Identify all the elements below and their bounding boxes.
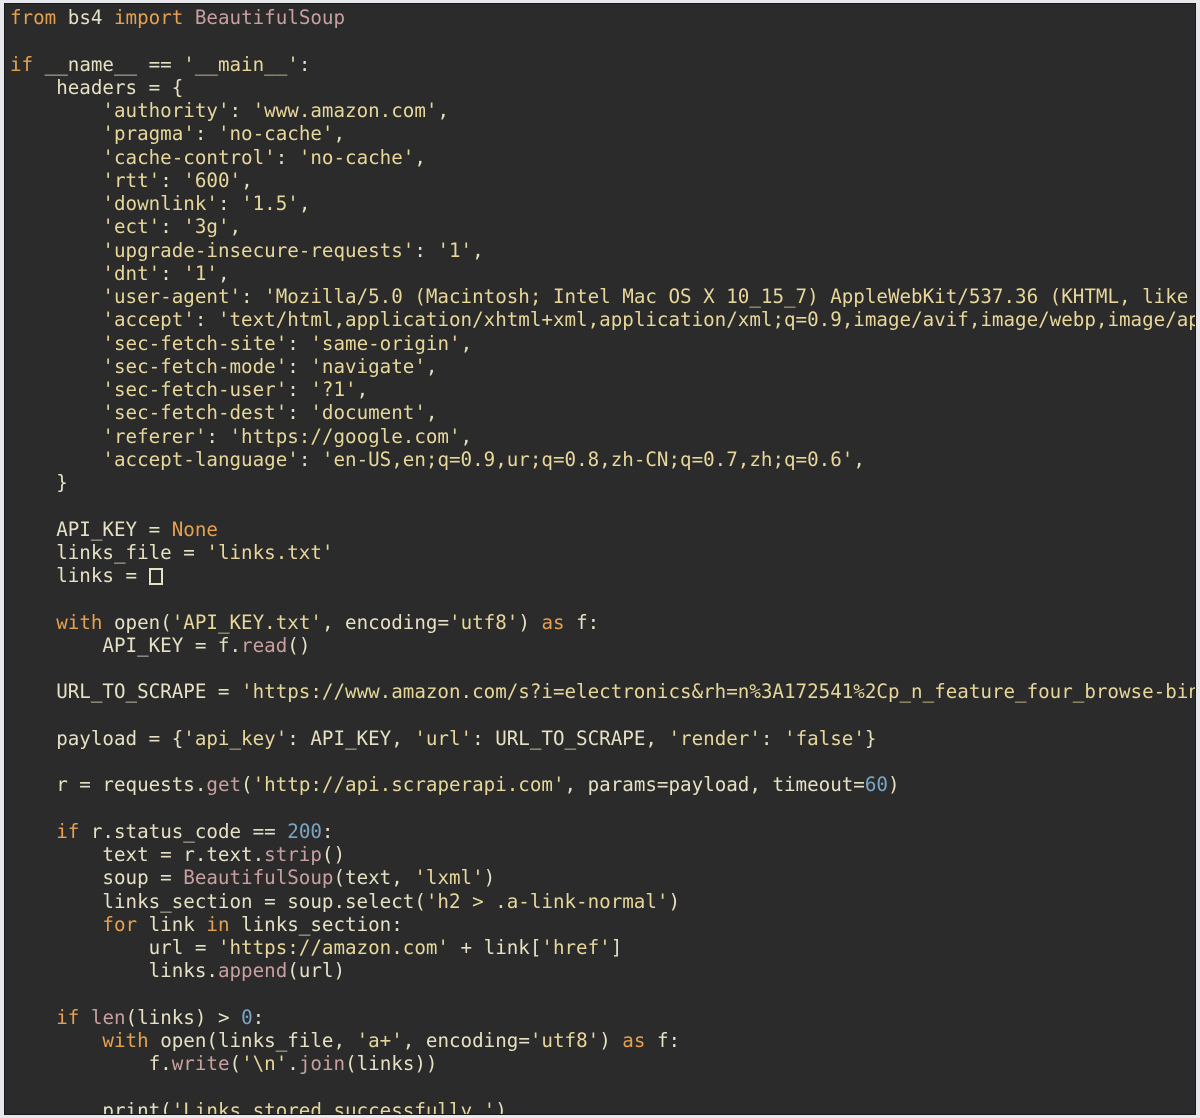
code-line[interactable]: from bs4 import BeautifulSoup (10, 6, 1195, 29)
code-line[interactable]: url = 'https://amazon.com' + link['href'… (10, 936, 1195, 959)
code-line[interactable]: API_KEY = None (10, 518, 1195, 541)
code-line[interactable]: 'accept-language': 'en-US,en;q=0.9,ur;q=… (10, 448, 1195, 471)
code-line[interactable]: } (10, 471, 1195, 494)
code-line[interactable]: text = r.text.strip() (10, 843, 1195, 866)
code-line[interactable]: payload = {'api_key': API_KEY, 'url': UR… (10, 727, 1195, 750)
code-line[interactable]: 'sec-fetch-mode': 'navigate', (10, 355, 1195, 378)
text-cursor (148, 568, 163, 585)
code-line[interactable]: ​ (10, 494, 1195, 517)
code-line[interactable]: 'rtt': '600', (10, 169, 1195, 192)
code-line[interactable]: 'pragma': 'no-cache', (10, 122, 1195, 145)
code-line[interactable]: ​ (10, 1076, 1195, 1099)
code-line[interactable]: 'dnt': '1', (10, 262, 1195, 285)
code-line[interactable]: ​ (10, 704, 1195, 727)
code-line[interactable]: r = requests.get('http://api.scraperapi.… (10, 773, 1195, 796)
code-line[interactable]: headers = { (10, 76, 1195, 99)
code-line[interactable]: URL_TO_SCRAPE = 'https://www.amazon.com/… (10, 680, 1195, 703)
code-line[interactable]: soup = BeautifulSoup(text, 'lxml') (10, 866, 1195, 889)
code-area[interactable]: from bs4 import BeautifulSoup​if __name_… (10, 6, 1195, 1114)
code-line[interactable]: ​ (10, 797, 1195, 820)
code-line[interactable]: links_section = soup.select('h2 > .a-lin… (10, 890, 1195, 913)
code-line[interactable]: 'authority': 'www.amazon.com', (10, 99, 1195, 122)
code-line[interactable]: with open(links_file, 'a+', encoding='ut… (10, 1029, 1195, 1052)
code-line[interactable]: if len(links) > 0: (10, 1006, 1195, 1029)
code-line[interactable]: 'accept': 'text/html,application/xhtml+x… (10, 308, 1195, 331)
code-line[interactable]: links.append(url) (10, 959, 1195, 982)
code-line[interactable]: for link in links_section: (10, 913, 1195, 936)
code-line[interactable]: 'upgrade-insecure-requests': '1', (10, 239, 1195, 262)
code-line[interactable]: 'downlink': '1.5', (10, 192, 1195, 215)
code-line[interactable]: 'sec-fetch-user': '?1', (10, 378, 1195, 401)
code-line[interactable]: f.write('\n'.join(links)) (10, 1052, 1195, 1075)
code-line[interactable]: with open('API_KEY.txt', encoding='utf8'… (10, 611, 1195, 634)
code-line[interactable]: 'sec-fetch-site': 'same-origin', (10, 332, 1195, 355)
code-line[interactable]: API_KEY = f.read() (10, 634, 1195, 657)
code-line[interactable]: print('Links stored successfully.') (10, 1099, 1195, 1114)
code-line[interactable]: ​ (10, 587, 1195, 610)
code-line[interactable]: 'user-agent': 'Mozilla/5.0 (Macintosh; I… (10, 285, 1195, 308)
code-line[interactable]: if r.status_code == 200: (10, 820, 1195, 843)
code-line[interactable]: links_file = 'links.txt' (10, 541, 1195, 564)
code-line[interactable]: ​ (10, 657, 1195, 680)
code-line[interactable]: 'cache-control': 'no-cache', (10, 146, 1195, 169)
code-line[interactable]: ​ (10, 983, 1195, 1006)
code-line[interactable]: 'referer': 'https://google.com', (10, 425, 1195, 448)
code-line[interactable]: 'ect': '3g', (10, 215, 1195, 238)
code-line[interactable]: ​ (10, 29, 1195, 52)
code-editor[interactable]: from bs4 import BeautifulSoup​if __name_… (4, 3, 1196, 1115)
code-line[interactable]: if __name__ == '__main__': (10, 53, 1195, 76)
code-line[interactable]: 'sec-fetch-dest': 'document', (10, 401, 1195, 424)
code-line[interactable]: links = (10, 564, 1195, 587)
code-line[interactable]: ​ (10, 750, 1195, 773)
